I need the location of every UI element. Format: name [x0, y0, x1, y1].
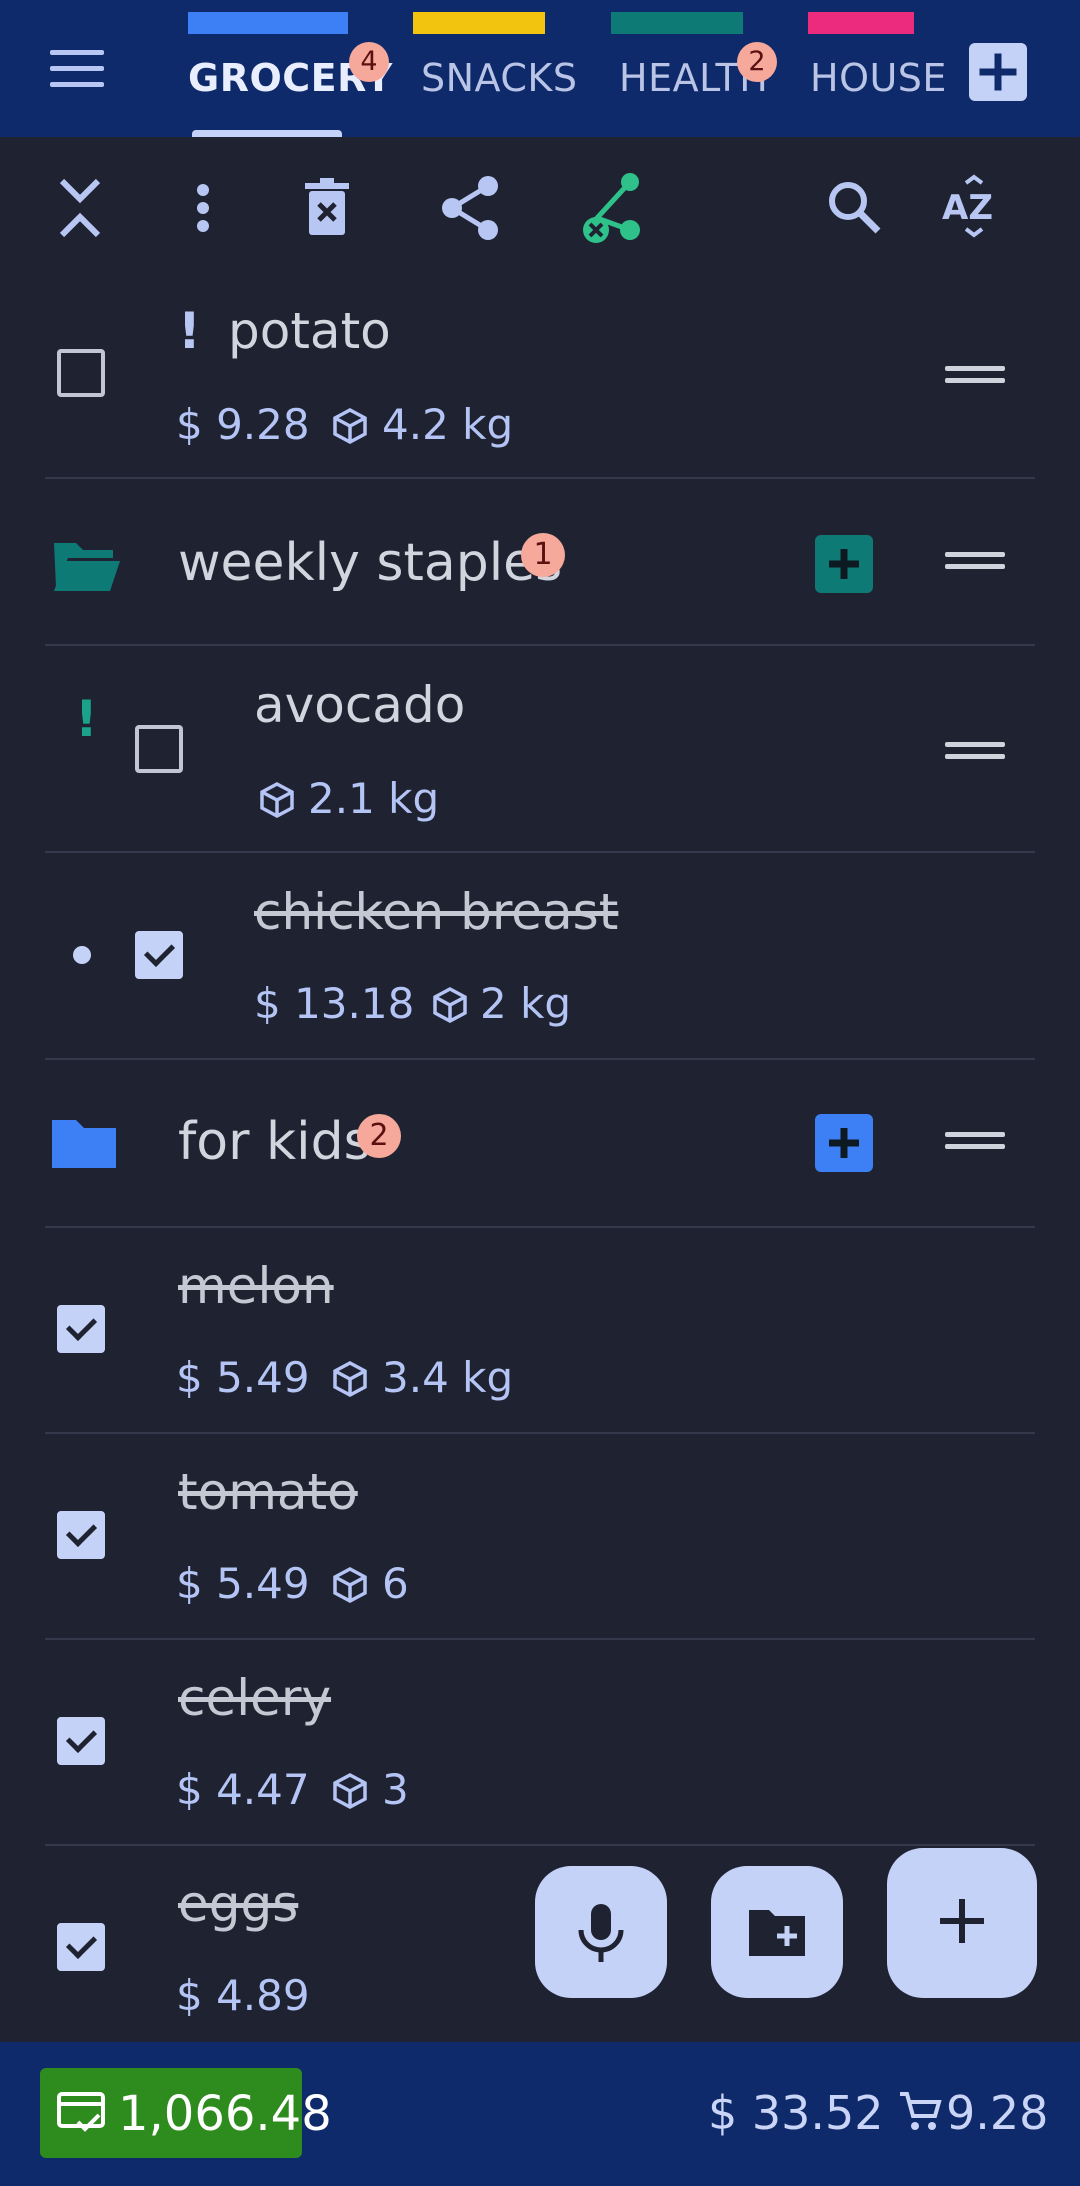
checkbox-checked[interactable] — [57, 1305, 105, 1353]
collapse-all-icon[interactable] — [45, 173, 115, 243]
tab-color-bar — [611, 12, 743, 34]
item-quantity: 3.4 kg — [382, 1353, 514, 1402]
add-icon — [940, 1899, 984, 1943]
unshare-icon[interactable] — [575, 173, 645, 243]
tab-badge: 2 — [737, 42, 777, 82]
priority-marker: ! — [75, 690, 98, 748]
list-item[interactable]: celery $ 4.47 3 — [0, 1640, 1080, 1845]
payment-icon — [57, 2092, 105, 2132]
item-price: $ 4.89 — [176, 1971, 310, 2020]
share-icon[interactable] — [435, 173, 505, 243]
voice-input-button[interactable] — [535, 1866, 667, 1998]
drag-handle-icon[interactable] — [945, 1132, 1005, 1154]
item-name: melon — [178, 1257, 334, 1315]
drag-handle-icon[interactable] — [945, 742, 1005, 764]
add-item-button[interactable] — [887, 1848, 1037, 1998]
item-price: $ 5.49 — [176, 1559, 310, 1608]
group-header[interactable]: for kids 2 — [0, 1060, 1080, 1227]
checkbox-checked[interactable] — [57, 1923, 105, 1971]
bottom-summary-bar: 1,066.48 $ 33.52 9.28 — [0, 2042, 1080, 2186]
plus-icon — [829, 1128, 859, 1158]
cart-icon — [900, 2092, 942, 2130]
group-header[interactable]: weekly staples 1 — [0, 479, 1080, 646]
budget-button[interactable]: 1,066.48 — [40, 2068, 332, 2158]
tab-house[interactable]: HOUSE — [808, 0, 946, 137]
list-item[interactable]: melon $ 5.49 3.4 kg — [0, 1228, 1080, 1433]
sort-az-icon[interactable]: AZ — [938, 173, 1008, 243]
checkbox-checked[interactable] — [57, 1717, 105, 1765]
tab-label: SNACKS — [421, 56, 578, 100]
list-item[interactable]: tomato $ 5.49 6 — [0, 1434, 1080, 1639]
tab-color-bar — [413, 12, 545, 34]
tab-snacks[interactable]: SNACKS — [413, 0, 577, 137]
item-name: chicken breast — [254, 883, 619, 941]
item-price: $ 4.47 — [176, 1765, 310, 1814]
list-toolbar: AZ — [0, 137, 1080, 282]
drag-handle-icon[interactable] — [945, 366, 1005, 388]
mic-icon — [578, 1904, 624, 1962]
tab-badge: 4 — [349, 42, 389, 82]
total-price: $ 33.52 — [708, 2086, 884, 2140]
package-icon — [260, 782, 294, 818]
add-tab-button[interactable] — [969, 43, 1027, 101]
group-name: weekly staples — [178, 533, 563, 593]
group-name: for kids — [178, 1112, 371, 1172]
item-quantity: 4.2 kg — [382, 400, 514, 449]
plus-icon — [829, 549, 859, 579]
plus-icon — [979, 53, 1017, 91]
item-name: tomato — [178, 1463, 358, 1521]
item-price: $ 5.49 — [176, 1353, 310, 1402]
item-quantity: 2.1 kg — [308, 774, 440, 823]
budget-value: 1,066.48 — [118, 2086, 332, 2142]
new-folder-icon — [749, 1910, 805, 1956]
svg-text:AZ: AZ — [942, 188, 993, 228]
group-badge: 2 — [357, 1114, 401, 1158]
tab-color-bar — [808, 12, 914, 34]
group-badge: 1 — [521, 533, 565, 577]
cart-total: 9.28 — [946, 2086, 1049, 2140]
package-icon — [333, 1361, 367, 1397]
add-to-group-button[interactable] — [815, 535, 873, 593]
search-icon[interactable] — [820, 173, 890, 243]
checkbox[interactable] — [57, 349, 105, 397]
checkbox-checked[interactable] — [135, 931, 183, 979]
item-price: $ 13.18 — [254, 979, 415, 1028]
checkbox[interactable] — [135, 725, 183, 773]
folder-open-icon — [54, 543, 120, 591]
item-name: eggs — [178, 1875, 299, 1933]
new-folder-button[interactable] — [711, 1866, 843, 1998]
delete-icon[interactable] — [292, 173, 362, 243]
list-item[interactable]: chicken breast $ 13.18 2 kg — [0, 853, 1080, 1059]
active-tab-indicator — [192, 130, 342, 137]
bullet-dot — [73, 946, 91, 964]
add-to-group-button[interactable] — [815, 1114, 873, 1172]
package-icon — [333, 1773, 367, 1809]
tab-grocery[interactable]: GROCERY 4 — [186, 0, 392, 137]
package-icon — [333, 1567, 367, 1603]
item-quantity: 2 kg — [480, 979, 572, 1028]
item-price: $ 9.28 — [176, 400, 310, 449]
checkbox-checked[interactable] — [57, 1511, 105, 1559]
menu-icon[interactable] — [50, 50, 104, 90]
package-icon — [333, 408, 367, 444]
priority-marker: ! — [178, 302, 201, 360]
tab-color-bar — [188, 12, 348, 34]
tab-label: HOUSE — [810, 56, 947, 100]
item-quantity: 3 — [382, 1765, 409, 1814]
folder-icon — [52, 1120, 116, 1168]
item-quantity: 6 — [382, 1559, 409, 1608]
item-name: potato — [228, 302, 391, 360]
more-vert-icon[interactable] — [168, 173, 238, 243]
package-icon — [433, 987, 467, 1023]
item-name: avocado — [254, 676, 466, 734]
list-item[interactable]: ! avocado 2.1 kg — [0, 646, 1080, 852]
item-name: celery — [178, 1669, 332, 1727]
list-item[interactable]: ! potato $ 9.28 4.2 kg — [0, 282, 1080, 479]
tab-health[interactable]: HEALTH 2 — [611, 0, 777, 137]
drag-handle-icon[interactable] — [945, 552, 1005, 574]
top-app-bar: GROCERY 4 SNACKS HEALTH 2 HOUSE — [0, 0, 1080, 137]
